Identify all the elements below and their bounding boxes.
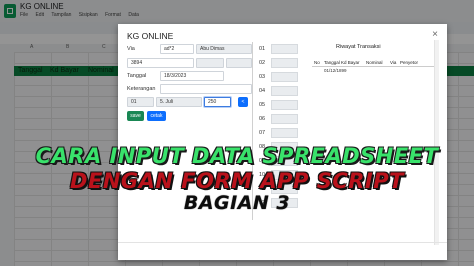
col-header-tanggal: Tanggal — [324, 60, 340, 65]
tanggal-field[interactable]: 18/3/2023 — [160, 71, 224, 81]
via-label: Via — [127, 46, 135, 52]
banner-line-3: BAGIAN 3 — [183, 192, 291, 214]
close-icon[interactable]: × — [432, 29, 438, 40]
slot-field[interactable] — [271, 44, 298, 54]
row-month-field[interactable]: 5. Juli — [156, 97, 202, 107]
tanggal-label: Tanggal — [127, 73, 147, 79]
slot-number: 05 — [259, 102, 266, 108]
slot-number: 04 — [259, 88, 266, 94]
slot-field[interactable] — [271, 114, 298, 124]
keterangan-label: Keterangan — [127, 86, 156, 92]
add-row-button[interactable]: < — [238, 97, 248, 107]
col-header-no: No — [314, 60, 320, 65]
slot-number: 01 — [259, 46, 266, 52]
dialog-title: KG ONLINE — [127, 31, 174, 41]
slot-field[interactable] — [271, 86, 298, 96]
col-header-via: Via — [390, 60, 397, 65]
table-cell-tanggal: 01/12/1899 — [324, 68, 347, 73]
slot-field[interactable] — [271, 100, 298, 110]
dialog-footer-divider — [118, 242, 447, 243]
slot-field[interactable] — [271, 72, 298, 82]
banner-line-2: DENGAN FORM APP SCRIPT — [70, 169, 404, 193]
slot-field[interactable] — [271, 128, 298, 138]
kode-extra-field-2[interactable] — [226, 58, 252, 68]
kode-field[interactable]: 3894 — [127, 58, 194, 68]
riwayat-title: Riwayat Transaksi — [336, 44, 381, 50]
table-header-divider — [312, 66, 434, 67]
slot-field[interactable] — [271, 58, 298, 68]
banner-line-1: CARA INPUT DATA SPREADSHEET — [35, 144, 439, 168]
slot-number: 06 — [259, 116, 266, 122]
col-header-penyetor: Penyetor — [400, 60, 419, 65]
col-header-kd-bayar: Kd Bayar — [341, 60, 360, 65]
save-button[interactable]: save — [127, 111, 144, 121]
keterangan-field[interactable] — [160, 84, 252, 94]
dialog-scrollbar[interactable] — [434, 40, 439, 245]
cetak-button[interactable]: cetak — [147, 111, 166, 121]
col-header-nominal: Nominal — [366, 60, 383, 65]
row-code-field[interactable]: 01 — [127, 97, 154, 107]
kode-extra-field[interactable] — [196, 58, 224, 68]
slot-number: 02 — [259, 60, 266, 66]
slot-number: 03 — [259, 74, 266, 80]
via-name-field[interactable]: Abu Dimas — [196, 44, 252, 54]
row-amount-field[interactable]: 250 — [204, 97, 231, 107]
via-code-field[interactable]: ad*2 — [160, 44, 194, 54]
slot-number: 07 — [259, 130, 266, 136]
